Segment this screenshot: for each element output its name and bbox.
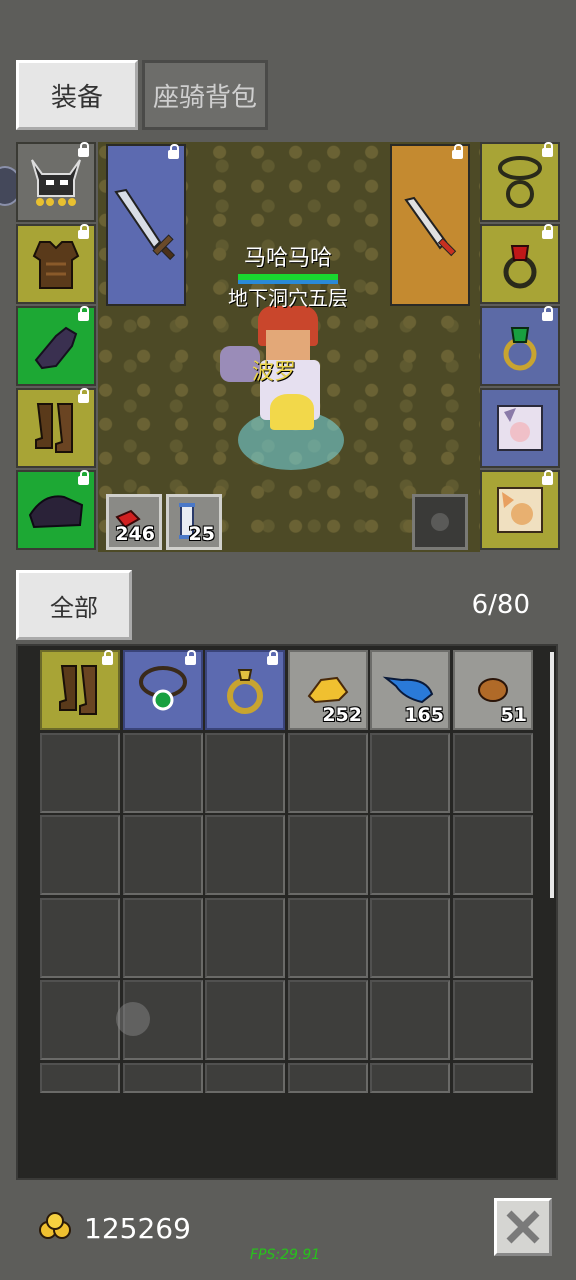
filter-all-button[interactable]: 全部 xyxy=(16,570,132,640)
quick-item-count: 246 xyxy=(115,523,155,545)
inventory-slot[interactable] xyxy=(123,898,203,978)
inventory-slot[interactable] xyxy=(453,733,533,813)
gloves-icon xyxy=(34,326,78,370)
inventory-slot[interactable] xyxy=(40,733,120,813)
tab-mount-bag[interactable]: 座骑背包 xyxy=(142,60,268,130)
inventory-slot[interactable] xyxy=(370,898,450,978)
inventory-slot[interactable] xyxy=(205,815,285,895)
equip-slot-cape[interactable] xyxy=(16,470,96,550)
lock-icon xyxy=(78,388,89,403)
lock-icon xyxy=(542,142,553,157)
inventory-slot[interactable] xyxy=(123,1063,203,1093)
lock-icon xyxy=(542,306,553,321)
pet-portrait-icon xyxy=(497,405,543,451)
inventory-slot[interactable] xyxy=(205,980,285,1060)
pet-name: 波罗 xyxy=(252,360,297,385)
inventory-slot[interactable] xyxy=(288,1063,368,1093)
item-count: 51 xyxy=(500,704,527,726)
horned-helmet-icon xyxy=(31,159,81,206)
inventory-slot[interactable] xyxy=(453,1063,533,1093)
quick-item-scroll[interactable]: 25 xyxy=(166,494,222,550)
necklace-icon xyxy=(498,156,542,208)
emerald-necklace-icon xyxy=(133,660,193,720)
mount-portrait-icon xyxy=(497,487,543,533)
inventory-slot[interactable] xyxy=(40,650,120,730)
inventory-slot[interactable] xyxy=(288,898,368,978)
equip-slot-mount-portrait[interactable] xyxy=(480,470,560,550)
locked-slot-icon xyxy=(431,513,449,531)
equip-slot-ruby-ring[interactable] xyxy=(480,224,560,304)
inventory-slot[interactable] xyxy=(40,1063,120,1093)
inventory-slot[interactable] xyxy=(453,980,533,1060)
inventory-slot[interactable] xyxy=(123,815,203,895)
inventory-slot[interactable] xyxy=(288,733,368,813)
gold-coin-icon xyxy=(39,1212,71,1239)
lock-icon xyxy=(102,650,113,665)
ruby-ring-icon xyxy=(503,245,537,289)
item-count: 252 xyxy=(322,704,362,726)
inventory-slot[interactable] xyxy=(288,815,368,895)
inventory-slot[interactable] xyxy=(370,980,450,1060)
inventory-slot[interactable] xyxy=(40,898,120,978)
lock-icon xyxy=(542,470,553,485)
empty-quick-slot[interactable] xyxy=(412,494,468,550)
bread-icon xyxy=(473,672,513,708)
inventory-slot[interactable] xyxy=(205,898,285,978)
boots-icon xyxy=(52,660,108,720)
inventory-slot[interactable] xyxy=(453,815,533,895)
lock-icon xyxy=(168,144,179,159)
lock-icon xyxy=(542,224,553,239)
inventory-slot[interactable]: 165 xyxy=(370,650,450,730)
item-count: 165 xyxy=(404,704,444,726)
inventory-slot[interactable] xyxy=(453,898,533,978)
inventory-slot[interactable] xyxy=(370,1063,450,1093)
gold-ring-icon xyxy=(217,660,273,720)
close-button[interactable] xyxy=(494,1198,552,1256)
inventory-slot[interactable] xyxy=(288,980,368,1060)
equip-slot-pet-portrait[interactable] xyxy=(480,388,560,468)
inventory-slot[interactable] xyxy=(40,815,120,895)
inventory-slot[interactable] xyxy=(205,650,285,730)
inventory-slot[interactable] xyxy=(205,1063,285,1093)
lock-icon xyxy=(267,650,278,665)
cape-icon xyxy=(28,495,84,529)
inventory-capacity: 6/80 xyxy=(471,590,530,620)
lock-icon xyxy=(78,224,89,239)
lock-icon xyxy=(78,470,89,485)
inventory-slot[interactable] xyxy=(370,815,450,895)
leather-armor-icon xyxy=(32,241,80,289)
inventory-slot[interactable] xyxy=(40,980,120,1060)
quick-item-potion[interactable]: 246 xyxy=(106,494,162,550)
lock-icon xyxy=(78,142,89,157)
inventory-slot[interactable] xyxy=(370,733,450,813)
equip-slot-main-weapon[interactable] xyxy=(106,144,186,306)
inventory-slot[interactable]: 51 xyxy=(453,650,533,730)
equip-slot-necklace[interactable] xyxy=(480,142,560,222)
boots-icon xyxy=(35,403,73,453)
inventory-scrollbar[interactable] xyxy=(550,652,554,898)
emerald-ring-icon xyxy=(503,327,537,371)
quick-item-count: 25 xyxy=(188,523,215,545)
equip-slot-off-weapon[interactable] xyxy=(390,144,470,306)
close-icon xyxy=(506,1210,540,1244)
touch-indicator xyxy=(116,1002,150,1036)
inventory-slot[interactable] xyxy=(123,733,203,813)
lock-icon xyxy=(185,650,196,665)
dagger-icon xyxy=(404,196,457,257)
lock-icon xyxy=(78,306,89,321)
equip-slot-helmet[interactable] xyxy=(16,142,96,222)
equip-slot-armor[interactable] xyxy=(16,224,96,304)
inventory-slot[interactable]: 252 xyxy=(288,650,368,730)
equip-slot-boots[interactable] xyxy=(16,388,96,468)
equip-slot-emerald-ring[interactable] xyxy=(480,306,560,386)
inventory-slot[interactable] xyxy=(205,733,285,813)
equip-slot-gloves[interactable] xyxy=(16,306,96,386)
fps-counter: FPS:29.91 xyxy=(250,1247,321,1263)
sword-icon xyxy=(114,188,176,261)
gold-amount: 125269 xyxy=(84,1212,191,1245)
lock-icon xyxy=(452,144,463,159)
inventory-slot[interactable] xyxy=(123,650,203,730)
tab-equipment[interactable]: 装备 xyxy=(16,60,138,130)
